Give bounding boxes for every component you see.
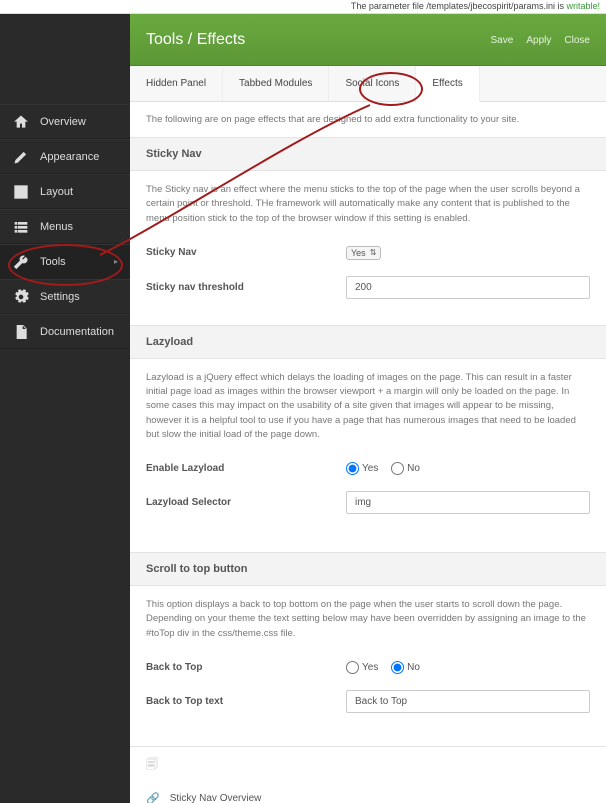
field-backtotop-enable: Back to Top Yes No <box>130 653 606 682</box>
main-panel: Tools / Effects Save Apply Close Hidden … <box>130 14 606 803</box>
radio-no-input[interactable] <box>391 661 404 674</box>
document-icon <box>12 323 30 341</box>
sidebar-item-layout[interactable]: Layout <box>0 174 130 209</box>
tab-tabbed-modules[interactable]: Tabbed Modules <box>223 66 329 101</box>
save-button[interactable]: Save <box>490 35 513 46</box>
gear-icon <box>12 288 30 306</box>
field-label: Lazyload Selector <box>146 497 346 508</box>
tab-social-icons[interactable]: Social Icons <box>329 66 416 101</box>
sidebar-item-menus[interactable]: Menus <box>0 209 130 244</box>
field-stickynav-enable: Sticky Nav Yes ⇅ <box>130 238 606 268</box>
header-actions: Save Apply Close <box>480 34 590 46</box>
document-stack-icon: 🗐 <box>146 757 158 771</box>
sidebar-item-label: Settings <box>40 291 80 303</box>
status-writable: writable! <box>566 1 600 11</box>
status-bar: The parameter file /templates/jbecospiri… <box>0 0 606 14</box>
list-icon <box>12 218 30 236</box>
page-header: Tools / Effects Save Apply Close <box>130 14 606 66</box>
sidebar-item-label: Overview <box>40 116 86 128</box>
section-stickynav-title: Sticky Nav <box>130 137 606 171</box>
sidebar-item-appearance[interactable]: Appearance <box>0 139 130 174</box>
field-label: Sticky Nav <box>146 247 346 258</box>
sidebar-item-overview[interactable]: Overview <box>0 104 130 139</box>
lazyload-selector-input[interactable] <box>346 491 590 514</box>
link-icon: 🔗 <box>146 792 160 803</box>
sidebar-spacer <box>0 14 130 104</box>
field-label: Enable Lazyload <box>146 463 346 474</box>
select-value: Yes <box>351 248 366 258</box>
radio-no-input[interactable] <box>391 462 404 475</box>
close-button[interactable]: Close <box>564 35 590 46</box>
field-backtotop-text: Back to Top text <box>130 682 606 721</box>
tab-bar: Hidden Panel Tabbed Modules Social Icons… <box>130 66 606 102</box>
radio-yes-input[interactable] <box>346 661 359 674</box>
content-area: The following are on page effects that a… <box>130 102 606 803</box>
field-label: Sticky nav threshold <box>146 282 346 293</box>
backtotop-radio-group: Yes No <box>346 661 590 674</box>
backtotop-text-input[interactable] <box>346 690 590 713</box>
home-icon <box>12 113 30 131</box>
select-arrows-icon: ⇅ <box>370 249 377 257</box>
radio-yes[interactable]: Yes <box>346 662 378 673</box>
section-scrolltop-title: Scroll to top button <box>130 552 606 586</box>
field-lazyload-enable: Enable Lazyload Yes No <box>130 454 606 483</box>
sidebar-item-documentation[interactable]: Documentation <box>0 314 130 349</box>
lazyload-radio-group: Yes No <box>346 462 590 475</box>
apply-button[interactable]: Apply <box>526 35 551 46</box>
field-label: Back to Top <box>146 662 346 673</box>
sidebar-item-label: Layout <box>40 186 73 198</box>
radio-no[interactable]: No <box>391 463 420 474</box>
layout-icon <box>12 183 30 201</box>
section-lazyload-desc: Lazyload is a jQuery effect which delays… <box>130 359 606 454</box>
doc-row-icon: 🗐 <box>130 747 606 784</box>
radio-yes[interactable]: Yes <box>346 463 378 474</box>
intro-text: The following are on page effects that a… <box>130 102 606 137</box>
radio-no[interactable]: No <box>391 662 420 673</box>
tab-effects[interactable]: Effects <box>416 66 479 102</box>
doc-link-row[interactable]: 🔗 Sticky Nav Overview <box>130 784 606 803</box>
field-label: Back to Top text <box>146 696 346 707</box>
footer-section: 🗐 🔗 Sticky Nav Overview <box>130 746 606 803</box>
sidebar-item-tools[interactable]: Tools ▸ <box>0 244 130 279</box>
wrench-icon <box>12 253 30 271</box>
sidebar-item-label: Appearance <box>40 151 99 163</box>
page-title: Tools / Effects <box>146 31 480 49</box>
section-lazyload-title: Lazyload <box>130 325 606 359</box>
section-scrolltop-desc: This option displays a back to top botto… <box>130 586 606 653</box>
field-lazyload-selector: Lazyload Selector <box>130 483 606 522</box>
tab-hidden-panel[interactable]: Hidden Panel <box>130 66 223 101</box>
sidebar: Overview Appearance Layout Menus Tools ▸… <box>0 14 130 803</box>
doc-link-label: Sticky Nav Overview <box>170 793 262 803</box>
brush-icon <box>12 148 30 166</box>
stickynav-threshold-input[interactable] <box>346 276 590 299</box>
radio-yes-input[interactable] <box>346 462 359 475</box>
sidebar-item-settings[interactable]: Settings <box>0 279 130 314</box>
status-text: The parameter file /templates/jbecospiri… <box>351 1 567 11</box>
chevron-right-icon: ▸ <box>114 257 118 266</box>
section-stickynav-desc: The Sticky nav is an effect where the me… <box>130 171 606 238</box>
field-stickynav-threshold: Sticky nav threshold <box>130 268 606 307</box>
sidebar-item-label: Documentation <box>40 326 114 338</box>
stickynav-select[interactable]: Yes ⇅ <box>346 246 381 260</box>
sidebar-item-label: Menus <box>40 221 73 233</box>
sidebar-item-label: Tools <box>40 256 66 268</box>
